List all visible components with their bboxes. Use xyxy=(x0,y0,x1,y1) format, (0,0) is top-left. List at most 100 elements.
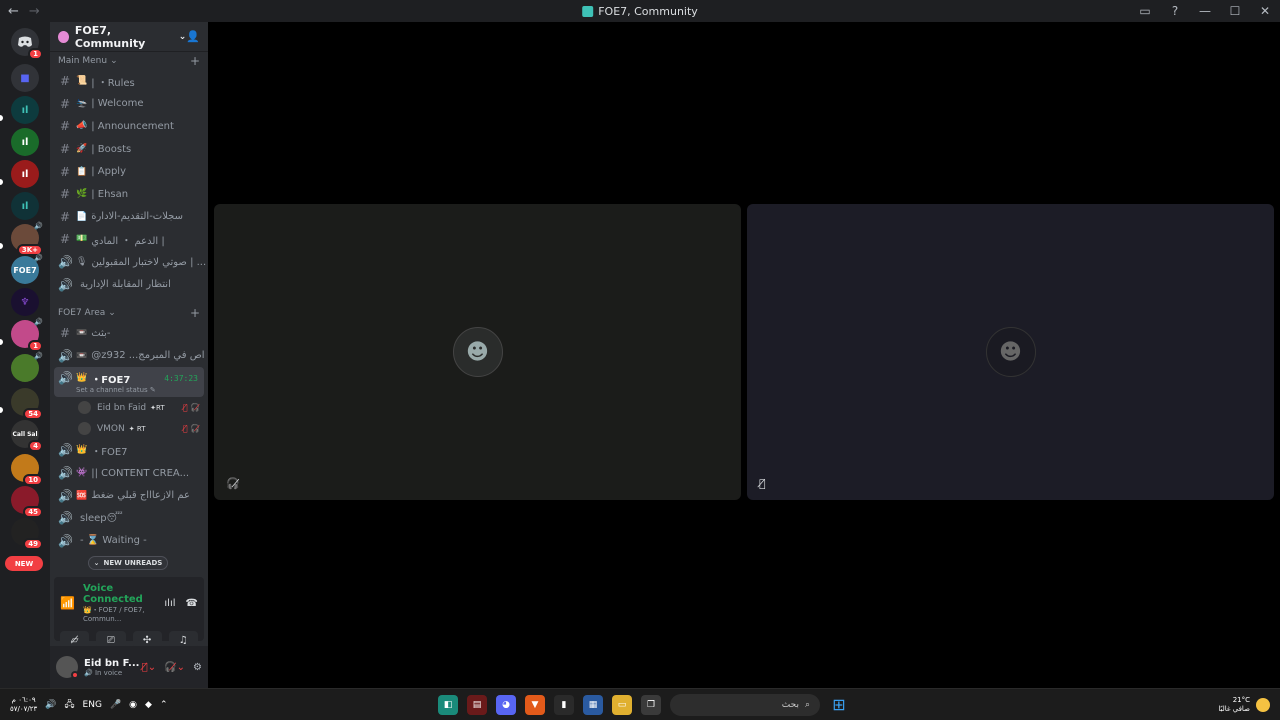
brave-browser-icon[interactable]: ▼ xyxy=(525,694,545,715)
weather-widget[interactable]: 21°C صافي غالبًا xyxy=(1218,696,1270,714)
app-icon[interactable]: ▮ xyxy=(554,694,574,715)
folder-icon[interactable]: ■ xyxy=(11,64,39,92)
voice-channel[interactable]: 🔊 👑 ・FOE7 xyxy=(50,439,208,462)
channel-status[interactable]: Set a channel status ✎ xyxy=(58,386,198,394)
active-voice-channel[interactable]: 🔊 👑 ・FOE7 4:37:23 Set a channel status ✎ xyxy=(54,367,204,398)
channel-name: @z932 ...اص في المبرمج xyxy=(91,350,205,362)
avatar[interactable] xyxy=(56,656,79,679)
task-view-icon[interactable]: ❐ xyxy=(641,694,661,715)
soundwave-icon[interactable]: ılıl xyxy=(164,598,175,609)
guild-header[interactable]: FOE7, Community ⌄ 👤 xyxy=(50,22,208,52)
channel-sidebar: FOE7, Community ⌄ 👤 Main Menu ⌄ + # 📜 | ・R… xyxy=(50,22,208,688)
voice-channel[interactable]: 🔊 انتظار المقابلة الإدارية xyxy=(50,273,208,296)
new-unreads-pill[interactable]: NEW xyxy=(5,556,43,571)
search-icon: ⌕ xyxy=(804,699,810,710)
text-channel[interactable]: # 📄 سجلات-التقديم-الادارة xyxy=(50,206,208,229)
window-controls: ▭ ? — ☐ ✕ xyxy=(1130,0,1280,22)
server-icon[interactable]: Call Sal 4 xyxy=(11,420,43,452)
category-foe7-area[interactable]: FOE7 Area ⌄ + xyxy=(50,304,208,322)
gear-icon[interactable]: ⚙ xyxy=(193,662,202,673)
signal-icon[interactable]: 📶 xyxy=(60,596,75,610)
channel-name: | Ehsan xyxy=(91,188,129,200)
voice-channel[interactable]: 🔊 🎙 صوتي لاختبار المقبولين | ... xyxy=(50,251,208,274)
voice-channel[interactable]: 🔊 sleep😴 xyxy=(50,507,208,530)
maximize-button[interactable]: ☐ xyxy=(1220,0,1250,22)
text-channel[interactable]: # 🚀 | Boosts xyxy=(50,138,208,161)
minimize-button[interactable]: — xyxy=(1190,0,1220,22)
server-icon[interactable]: ıl xyxy=(11,160,39,188)
channel-name: sleep😴 xyxy=(80,512,123,524)
status-dot xyxy=(71,671,79,679)
channel-emoji: 👾 xyxy=(76,468,88,479)
text-channel[interactable]: # 🌿 | Ehsan xyxy=(50,183,208,206)
discord-home-icon[interactable]: 1 xyxy=(11,28,43,60)
phone-hangup-icon[interactable]: ☎ xyxy=(186,598,198,609)
speaker-icon: 🔊 xyxy=(58,488,73,503)
start-button[interactable]: ⊞ xyxy=(829,695,849,715)
server-icon[interactable]: 45 xyxy=(11,486,43,518)
channel-name: || CONTENT CREA... xyxy=(91,467,190,479)
taskbar-search[interactable]: بحث ⌕ xyxy=(670,693,820,716)
weather-sun-icon xyxy=(1256,697,1270,712)
mute-microphone-icon[interactable]: 🎙̸⌄ xyxy=(142,662,156,673)
text-channel[interactable]: # 📋 | Apply xyxy=(50,160,208,183)
voice-channel[interactable]: 🔊 - ⌛ Waiting - xyxy=(50,530,208,553)
volume-icon[interactable]: 🔊 xyxy=(45,700,56,710)
window-titlebar: ← → FOE7, Community ▭ ? — ☐ ✕ xyxy=(0,0,1280,22)
voice-channel[interactable]: 🔊 🆘 عم الازعاااج قبلي ضغط xyxy=(50,484,208,507)
category-main-menu[interactable]: Main Menu ⌄ + xyxy=(50,52,208,70)
invite-people-icon[interactable]: 👤 xyxy=(186,30,200,43)
participant-tile[interactable]: ☻ 🎧̸ xyxy=(214,204,741,500)
server-label: FOE7 xyxy=(13,265,37,275)
file-explorer-icon[interactable]: ▭ xyxy=(612,694,632,715)
app-icon[interactable]: ◧ xyxy=(438,694,458,715)
chevron-up-icon[interactable]: ⌃ xyxy=(160,700,168,710)
server-icon[interactable]: ıl xyxy=(11,96,39,124)
new-unreads-button[interactable]: ⌄ NEW UNREADS xyxy=(88,556,168,570)
voice-member[interactable]: VMON ✦ RT 🎙̸ 🎧̸ xyxy=(50,418,208,439)
add-channel-icon[interactable]: + xyxy=(190,306,200,320)
help-icon[interactable]: ? xyxy=(1160,0,1190,22)
text-channel[interactable]: # 🛬 | Welcome xyxy=(50,93,208,116)
add-channel-icon[interactable]: + xyxy=(190,54,200,68)
server-icon[interactable]: 54 xyxy=(11,388,43,420)
clock[interactable]: ٠٦:٠٩ م ٥٧/٠٧/٢٣ xyxy=(10,696,37,714)
tray-app-icon[interactable]: ◆ xyxy=(145,700,152,710)
inbox-icon[interactable]: ▭ xyxy=(1130,0,1160,22)
server-icon[interactable]: ıl xyxy=(11,128,39,156)
voice-channel[interactable]: 🔊 👾 || CONTENT CREA... xyxy=(50,462,208,485)
server-icon[interactable]: 🔊 xyxy=(11,352,43,382)
text-channel[interactable]: # 💵 الدعم ・ المادي | xyxy=(50,228,208,251)
unread-badge: 45 xyxy=(23,506,43,518)
server-icon[interactable]: ♆ xyxy=(11,288,39,316)
voice-channel-path[interactable]: 👑・FOE7 / FOE7, Commun... xyxy=(83,605,164,623)
steam-icon[interactable]: ◉ xyxy=(129,700,137,710)
close-button[interactable]: ✕ xyxy=(1250,0,1280,22)
server-icon[interactable]: 10 xyxy=(11,454,43,486)
language-indicator[interactable]: ENG xyxy=(83,700,102,710)
server-icon[interactable]: FOE7 🔊 xyxy=(11,254,43,284)
microphone-icon[interactable]: 🎤 xyxy=(110,700,121,710)
server-icon[interactable]: ıl xyxy=(11,192,39,220)
server-icon[interactable]: 🔊 3K+ xyxy=(11,222,43,256)
discord-taskbar-icon[interactable]: ◕ xyxy=(496,694,516,715)
server-icon[interactable]: 🔊 1 xyxy=(11,318,43,352)
member-name: Eid bn Faid xyxy=(97,402,147,413)
text-channel[interactable]: # 📣 | Announcement xyxy=(50,115,208,138)
unread-indicator xyxy=(0,115,3,121)
store-icon[interactable]: ▦ xyxy=(583,694,603,715)
back-button[interactable]: ← xyxy=(8,4,19,19)
server-icon[interactable]: 49 xyxy=(11,518,43,550)
text-channel[interactable]: # 📜 | ・Rules xyxy=(50,70,208,93)
search-placeholder: بحث xyxy=(781,699,799,710)
voice-channel[interactable]: 🔊 📼 @z932 ...اص في المبرمج xyxy=(50,345,208,368)
deafen-headphones-icon[interactable]: 🎧̸⌄ xyxy=(164,662,185,673)
voice-member[interactable]: Eid bn Faid ✦RT 🎙̸ 🎧̸ xyxy=(50,397,208,418)
participant-tile[interactable]: ☻ 🎙̸ xyxy=(747,204,1274,500)
forward-button[interactable]: → xyxy=(29,4,40,19)
text-channel[interactable]: # 📼 بثث- xyxy=(50,322,208,345)
server-rail: 1 ■ ıl ıl ıl ıl 🔊 3K+ FOE7 🔊 ♆ 🔊 1 🔊 54 … xyxy=(0,22,50,688)
window-title: FOE7, Community xyxy=(582,5,698,18)
app-icon[interactable]: ▤ xyxy=(467,694,487,715)
network-icon[interactable]: 🖧 xyxy=(65,697,75,713)
